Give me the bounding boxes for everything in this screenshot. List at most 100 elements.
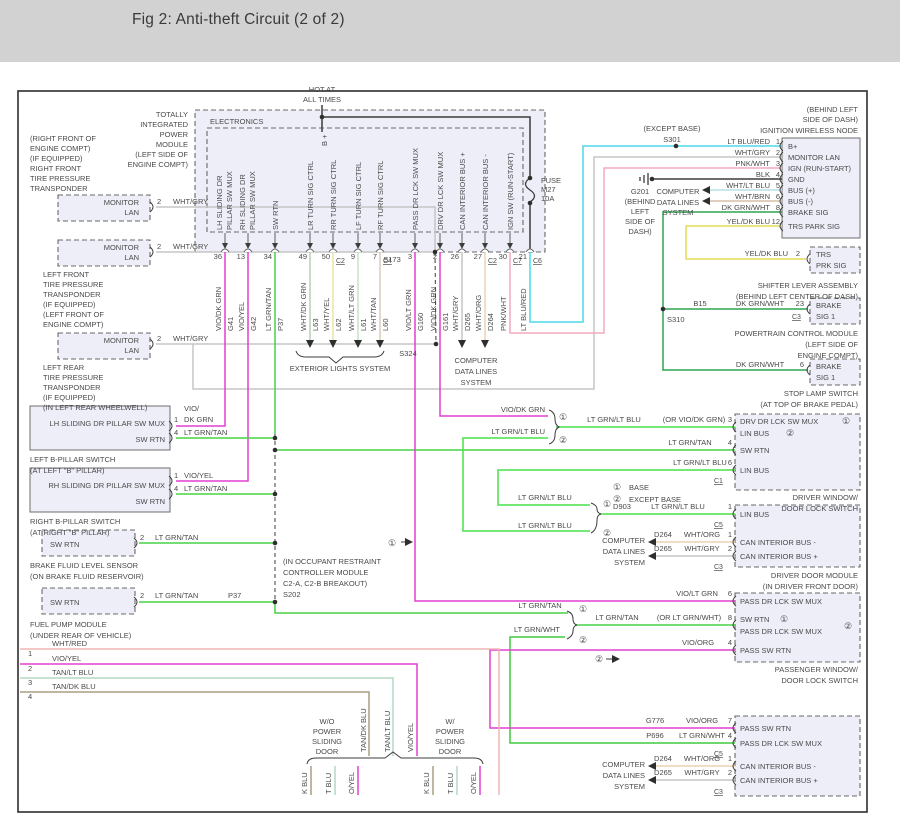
label-6: 6	[800, 360, 804, 369]
label-vio-org: VIO/ORG	[686, 716, 718, 725]
label-d265: D265	[654, 544, 672, 553]
label-ign-run-start: IGN (RUN-START)	[788, 164, 852, 173]
label-wht-gry: WHT/GRY	[451, 296, 460, 331]
label-c3: C3	[714, 789, 723, 796]
label-shifter-lever-assembly: SHIFTER LEVER ASSEMBLY	[758, 281, 858, 290]
label-wht-gry: WHT/GRY	[684, 768, 719, 777]
label-if-equipped: (IF EQUIPPED)	[43, 300, 96, 309]
label-d264: D264	[654, 754, 672, 763]
label-dk-grn-wht: DK GRN/WHT	[736, 360, 785, 369]
label-can-interior-bus: CAN INTERIOR BUS -	[740, 538, 816, 547]
label-2: 2	[796, 249, 800, 258]
label-data-lines: DATA LINES	[603, 771, 645, 780]
label-rr-turn-sig-ctrl: RR TURN SIG CTRL	[329, 160, 338, 230]
label-wht-gry: WHT/GRY	[684, 544, 719, 553]
label-sig-1: SIG 1	[816, 373, 835, 382]
label-trs: TRS	[816, 250, 831, 259]
label-o-yel: O/YEL	[347, 772, 356, 794]
label-g776: G776	[646, 716, 664, 725]
label-brake: BRAKE	[816, 362, 841, 371]
label-9: 9	[351, 252, 355, 261]
label-lt-grn-wht: LT GRN/WHT	[514, 625, 560, 634]
label-: ②	[595, 654, 603, 664]
label-26: 26	[451, 252, 459, 261]
label-10a: 10A	[541, 194, 554, 203]
label-2: 2	[140, 591, 144, 600]
label-l61: L61	[359, 318, 368, 331]
label-door-lock-switch: DOOR LOCK SWITCH	[781, 676, 858, 685]
label-rf-turn-sig-ctrl: RF TURN SIG CTRL	[376, 161, 385, 230]
label-left-front: LEFT FRONT	[43, 270, 90, 279]
label-left-front-of: (LEFT FRONT OF	[43, 310, 104, 319]
label-lt-grn-lt-blu: LT GRN/LT BLU	[491, 427, 545, 436]
label-g160: G160	[416, 313, 425, 331]
label-tire-pressure: TIRE PRESSURE	[30, 174, 90, 183]
label-tire-pressure: TIRE PRESSURE	[43, 373, 103, 382]
label-vio-dk-grn: VIO/DK GRN	[429, 287, 438, 331]
label-module: MODULE	[156, 140, 188, 149]
label-sig-1: SIG 1	[816, 312, 835, 321]
label-can-interior-bus: CAN INTERIOR BUS -	[481, 154, 490, 230]
label-: ②	[844, 621, 852, 631]
label-engine-compt: ENGINE COMPT)	[43, 320, 104, 329]
label-lr-turn-sig-ctrl: LR TURN SIG CTRL	[306, 161, 315, 230]
label-behind-left: (BEHIND LEFT	[807, 105, 859, 114]
label-or-lt-grn-wht: (OR LT GRN/WHT)	[657, 613, 722, 622]
label-system: SYSTEM	[614, 558, 645, 567]
junction-dot	[272, 447, 278, 453]
label-2: 2	[157, 334, 161, 343]
junction-dot	[527, 200, 533, 206]
label-in-left-rear-wheelwell: (IN LEFT REAR WHEELWELL)	[43, 403, 148, 412]
label-sw-rtn: SW RTN	[271, 201, 280, 230]
label-27: 27	[474, 252, 482, 261]
label-k-blu: K BLU	[422, 772, 431, 794]
junction-dot	[272, 540, 278, 546]
label-vio-org: VIO/ORG	[682, 638, 714, 647]
label-: ①	[579, 604, 587, 614]
label-2: 2	[776, 148, 780, 157]
label-lan: LAN	[124, 253, 139, 262]
label-wht-yel: WHT/YEL	[322, 298, 331, 331]
label-lt-grn-lt-blu: LT GRN/LT BLU	[518, 493, 572, 502]
label-g41: G41	[226, 317, 235, 331]
hot-at: HOT AT	[309, 85, 336, 94]
label-prk-sig: PRK SIG	[816, 261, 847, 270]
label-: ②	[786, 428, 794, 438]
label-l63: L63	[311, 318, 320, 331]
junction-dot	[433, 341, 439, 347]
label-transponder: TRANSPONDER	[30, 184, 88, 193]
all-times: ALL TIMES	[303, 95, 341, 104]
label-c7: C7	[513, 258, 522, 265]
label-2: 2	[157, 242, 161, 251]
label-wht-org: WHT/ORG	[684, 530, 720, 539]
label-4: 4	[28, 692, 32, 701]
label-brake: BRAKE	[816, 301, 841, 310]
label-6: 6	[776, 192, 780, 201]
label-lin-bus: LIN BUS	[740, 466, 769, 475]
label-can-interior-bus-+: CAN INTERIOR BUS +	[740, 776, 818, 785]
label-drv-dr-lck-sw-mux: DRV DR LCK SW MUX	[436, 152, 445, 230]
label-b15: B15	[693, 299, 706, 308]
label-sw-rtn: SW RTN	[136, 497, 165, 506]
label-dash: DASH)	[628, 227, 652, 236]
label-lt-grn-tan: LT GRN/TAN	[184, 484, 227, 493]
label-wht-org: WHT/ORG	[684, 754, 720, 763]
label-c5: C5	[714, 522, 723, 529]
label-on-brake-fluid-reservoir: (ON BRAKE FLUID RESERVOIR)	[30, 572, 144, 581]
wiring-diagram: HOT ATALL TIMESTOTALLYINTEGRATEDPOWERMOD…	[17, 85, 868, 813]
label-powertrain-control-module: POWERTRAIN CONTROL MODULE	[735, 329, 858, 338]
label-left-b-pillar-switch: LEFT B-PILLAR SWITCH	[30, 455, 115, 464]
label-at-top-of-brake-pedal: (AT TOP OF BRAKE PEDAL)	[760, 400, 858, 409]
label-system: SYSTEM	[461, 378, 492, 387]
label-pnk-wht: PNK/WHT	[735, 159, 770, 168]
label-vio-lt-grn: VIO/LT GRN	[404, 289, 413, 331]
label-computer: COMPUTER	[657, 187, 701, 196]
label-4: 4	[174, 484, 178, 493]
label-wht-dk-grn: WHT/DK GRN	[299, 283, 308, 331]
label-sw-rtn: SW RTN	[136, 435, 165, 444]
label-right-front: RIGHT FRONT	[30, 164, 82, 173]
label-b-+: B +	[320, 134, 329, 146]
label-: ①	[388, 538, 396, 548]
label-: ①	[613, 482, 621, 492]
label-2: 2	[28, 664, 32, 673]
